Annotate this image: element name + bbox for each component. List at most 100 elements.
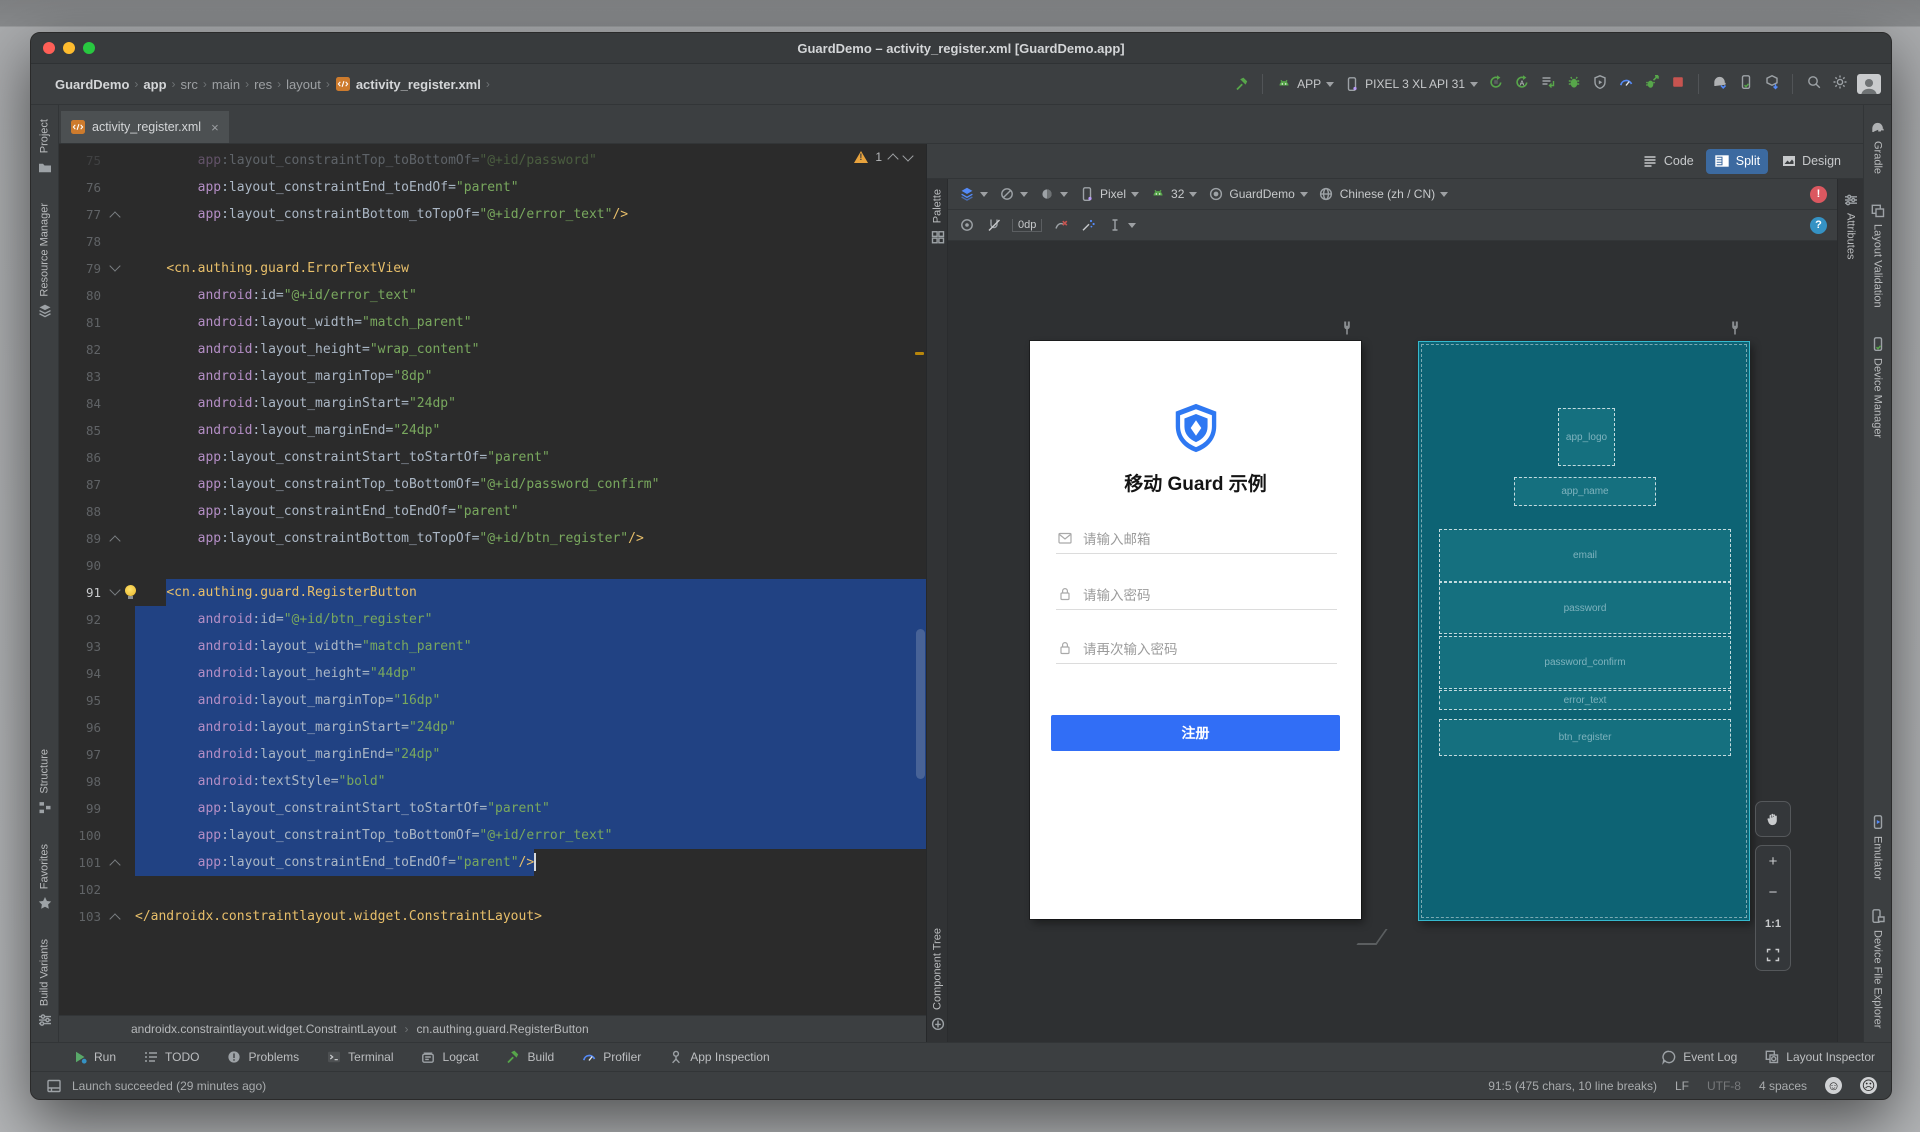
blueprint-box-btn_register[interactable]: btn_register: [1439, 719, 1731, 756]
preview-resize-handle[interactable]: [1356, 929, 1388, 945]
file-encoding[interactable]: UTF-8: [1707, 1079, 1741, 1093]
gutter[interactable]: 88: [59, 498, 135, 525]
code-line[interactable]: 89 app:layout_constraintBottom_toTopOf="…: [59, 525, 926, 552]
gutter[interactable]: 82: [59, 336, 135, 363]
gutter[interactable]: 93: [59, 633, 135, 660]
gutter[interactable]: 96: [59, 714, 135, 741]
breadcrumb-item-main[interactable]: main: [212, 77, 240, 92]
design-canvas[interactable]: 移动 Guard 示例 请输入邮箱 请输入密码 请再次输入密码 注册 app_log…: [948, 241, 1837, 1042]
gutter[interactable]: 103: [59, 903, 135, 930]
code-line[interactable]: 92 android:id="@+id/btn_register": [59, 606, 926, 633]
fold-marker-icon[interactable]: [109, 913, 121, 925]
gutter[interactable]: 95: [59, 687, 135, 714]
code-line[interactable]: 75 app:layout_constraintTop_toBottomOf="…: [59, 147, 926, 174]
editor-breadcrumb-item[interactable]: cn.authing.guard.RegisterButton: [417, 1022, 589, 1036]
code-line[interactable]: 93 android:layout_width="match_parent": [59, 633, 926, 660]
code-line[interactable]: 87 app:layout_constraintTop_toBottomOf="…: [59, 471, 926, 498]
mode-design[interactable]: Design: [1772, 149, 1849, 174]
gutter[interactable]: 79: [59, 255, 135, 282]
palette-tab[interactable]: Palette: [929, 189, 946, 245]
code-line[interactable]: 98 android:textStyle="bold": [59, 768, 926, 795]
code-line[interactable]: 90: [59, 552, 926, 579]
blueprint-box-email[interactable]: email: [1439, 529, 1731, 582]
sidebar-item-build-variants[interactable]: Build Variants: [36, 939, 53, 1028]
preview-input-1[interactable]: 请输入邮箱: [1056, 523, 1337, 554]
gutter[interactable]: 75: [59, 147, 135, 174]
device-select[interactable]: Pixel: [1078, 186, 1140, 203]
sidebar-item-gradle[interactable]: Gradle: [1869, 119, 1886, 174]
caret-position[interactable]: 91:5 (475 chars, 10 line breaks): [1488, 1079, 1657, 1093]
button-coverage-icon[interactable]: [1591, 73, 1608, 95]
code-line[interactable]: 83 android:layout_marginTop="8dp": [59, 363, 926, 390]
toolwindow-button-layout-inspector[interactable]: Layout Inspector: [1763, 1049, 1875, 1066]
indent-setting[interactable]: 4 spaces: [1759, 1079, 1807, 1093]
code-area[interactable]: 75 app:layout_constraintTop_toBottomOf="…: [59, 144, 926, 1015]
breadcrumb-item-app[interactable]: app: [143, 77, 166, 92]
gutter[interactable]: 100: [59, 822, 135, 849]
preview-input-3[interactable]: 请再次输入密码: [1056, 633, 1337, 664]
design-preview-phone[interactable]: 移动 Guard 示例 请输入邮箱 请输入密码 请再次输入密码 注册: [1030, 341, 1361, 919]
happy-feedback-icon[interactable]: ☺: [1825, 1077, 1842, 1094]
sidebar-item-emulator[interactable]: Emulator: [1869, 814, 1886, 880]
help-badge[interactable]: ?: [1810, 216, 1827, 234]
error-stripe-mark[interactable]: [915, 352, 924, 355]
code-line[interactable]: 85 android:layout_marginEnd="24dp": [59, 417, 926, 444]
button-profiler-icon[interactable]: [1617, 73, 1634, 95]
gutter[interactable]: 90: [59, 552, 135, 579]
sidebar-item-device-manager[interactable]: Device Manager: [1869, 336, 1886, 438]
gutter[interactable]: 77: [59, 201, 135, 228]
editor-breadcrumb-item[interactable]: androidx.constraintlayout.widget.Constra…: [131, 1022, 397, 1036]
code-line[interactable]: 95 android:layout_marginTop="16dp": [59, 687, 926, 714]
toolwindow-button-logcat[interactable]: Logcat: [420, 1049, 479, 1066]
gutter[interactable]: 98: [59, 768, 135, 795]
pan-button[interactable]: [1755, 801, 1791, 837]
code-line[interactable]: 78: [59, 228, 926, 255]
gutter[interactable]: 101: [59, 849, 135, 876]
code-line[interactable]: 103 </androidx.constraintlayout.widget.Co…: [59, 903, 926, 930]
zoom-actual-size-button[interactable]: 1:1: [1756, 908, 1790, 939]
device-select[interactable]: PIXEL 3 XL API 31: [1343, 76, 1478, 93]
sidebar-item-device-file-explorer[interactable]: Device File Explorer: [1869, 908, 1886, 1028]
button-apply-changes-icon[interactable]: A: [1513, 73, 1530, 95]
error-badge[interactable]: !: [1810, 185, 1827, 203]
code-line[interactable]: 99 app:layout_constraintStart_toStartOf=…: [59, 795, 926, 822]
toolwindow-button-run[interactable]: Run: [71, 1049, 116, 1066]
breadcrumb-item-res[interactable]: res: [254, 77, 272, 92]
gutter[interactable]: 86: [59, 444, 135, 471]
blueprint-box-app_logo[interactable]: app_logo: [1558, 408, 1615, 466]
code-line[interactable]: 77 app:layout_constraintBottom_toTopOf="…: [59, 201, 926, 228]
toolwindow-button-todo[interactable]: TODO: [142, 1049, 199, 1066]
code-line[interactable]: 94 android:layout_height="44dp": [59, 660, 926, 687]
api-level-select[interactable]: 32: [1149, 186, 1198, 203]
sidebar-item-structure[interactable]: Structure: [36, 749, 53, 816]
toolwindow-button-terminal[interactable]: Terminal: [325, 1049, 394, 1066]
sidebar-item-project[interactable]: Project: [36, 119, 53, 175]
toolwindow-button-profiler[interactable]: Profiler: [580, 1049, 641, 1066]
line-separator[interactable]: LF: [1675, 1079, 1689, 1093]
intention-bulb-icon[interactable]: [125, 585, 136, 599]
attributes-tab[interactable]: Attributes: [1842, 191, 1859, 259]
code-line[interactable]: 80 android:id="@+id/error_text": [59, 282, 926, 309]
next-issue-icon[interactable]: [902, 149, 914, 162]
breadcrumb-item-guarddemo[interactable]: GuardDemo: [55, 77, 129, 92]
prev-issue-icon[interactable]: [887, 153, 899, 165]
code-line[interactable]: 97 android:layout_marginEnd="24dp": [59, 741, 926, 768]
blueprint-box-app_name[interactable]: app_name: [1514, 477, 1656, 506]
button-attach-debugger-icon[interactable]: [1643, 73, 1660, 95]
button-infer-constraints-icon[interactable]: [1079, 217, 1096, 234]
breadcrumb-item-activity-register-xml[interactable]: activity_register.xml: [356, 77, 481, 92]
zoom-to-fit-button[interactable]: [1756, 939, 1790, 970]
button-layers-icon[interactable]: [958, 186, 988, 203]
button-apply-code-changes-icon[interactable]: [1539, 73, 1556, 95]
button-clear-constraints-icon[interactable]: [1052, 217, 1069, 234]
sidebar-item-layout-validation[interactable]: Layout Validation: [1869, 202, 1886, 308]
code-line[interactable]: 88 app:layout_constraintEnd_toEndOf="par…: [59, 498, 926, 525]
gutter[interactable]: 78: [59, 228, 135, 255]
run-configuration-select[interactable]: APP: [1275, 76, 1335, 93]
zoom-out-button[interactable]: −: [1756, 877, 1790, 908]
button-search-icon[interactable]: [1805, 73, 1822, 95]
code-line[interactable]: 100 app:layout_constraintTop_toBottomOf=…: [59, 822, 926, 849]
breadcrumb-item-layout[interactable]: layout: [286, 77, 321, 92]
gutter[interactable]: 85: [59, 417, 135, 444]
toolwindow-button-app-inspection[interactable]: App Inspection: [667, 1049, 770, 1066]
